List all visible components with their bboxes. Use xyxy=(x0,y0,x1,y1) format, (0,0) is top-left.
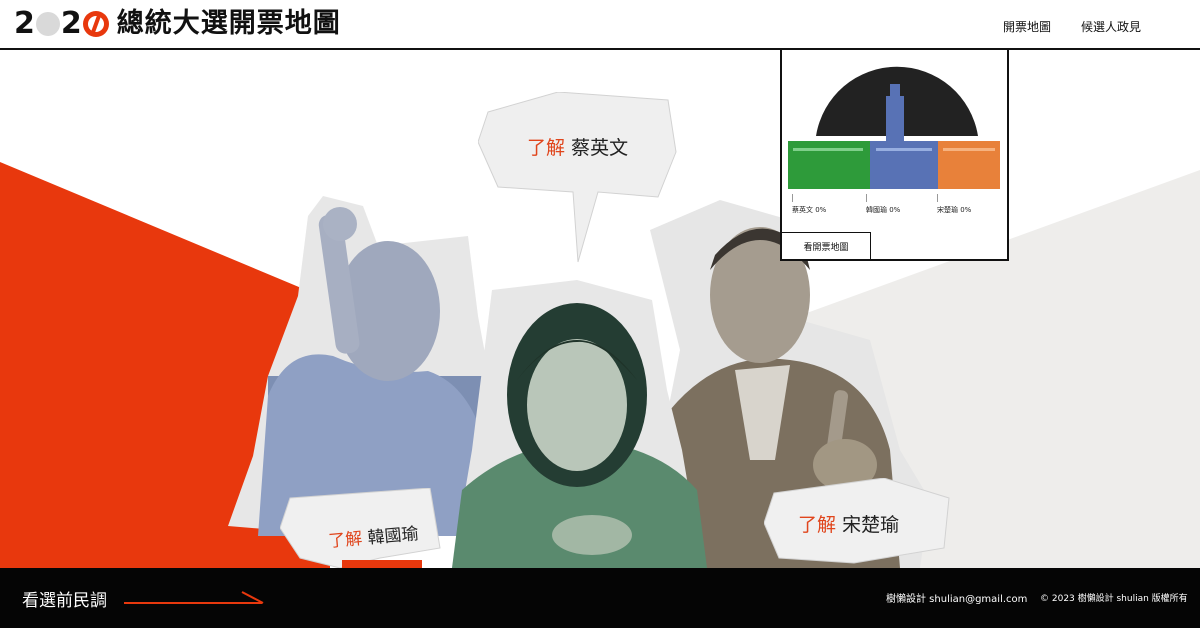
logo-grey-circle xyxy=(35,12,60,36)
tsai-bubble-label[interactable]: 了解 蔡英文 xyxy=(527,133,628,160)
tsai-vote-share: 蔡英文 0% xyxy=(792,206,827,214)
vote-map-widget: 蔡英文 0% 韓國瑜 0% 宋楚瑜 0% 看開票地圖 xyxy=(780,48,1009,261)
tsai-bubble-prefix: 了解 xyxy=(527,137,566,159)
logo-digit-2: 2 xyxy=(14,6,35,41)
top-header: 2 2 總統大選開票地圖 開票地圖 候選人政見 xyxy=(0,0,1200,50)
site-logo[interactable]: 2 2 總統大選開票地圖 xyxy=(14,6,341,42)
soong-tick xyxy=(937,194,938,202)
footer: 看選前民調 樹懶設計 shulian@gmail.com © 2023 樹懶設計… xyxy=(0,568,1200,628)
logo-title: 總統大選開票地圖 xyxy=(116,8,341,39)
han-vote-share: 韓國瑜 0% xyxy=(866,206,901,214)
soong-bubble-prefix: 了解 xyxy=(798,514,837,536)
nav-candidate-policy[interactable]: 候選人政見 xyxy=(1081,18,1141,35)
tsai-speech-bubble[interactable] xyxy=(478,92,678,267)
tsai-photo[interactable] xyxy=(452,280,712,568)
soong-bubble-label[interactable]: 了解 宋楚瑜 xyxy=(798,510,899,537)
nav-vote-map[interactable]: 開票地圖 xyxy=(1003,18,1051,35)
pre-election-poll-link[interactable]: 看選前民調 xyxy=(22,586,107,611)
soong-bubble-name: 宋楚瑜 xyxy=(842,514,900,536)
tsai-bubble-name: 蔡英文 xyxy=(571,137,629,159)
logo-digit-2b: 2 xyxy=(60,6,82,41)
contact-email[interactable]: 樹懶設計 shulian@gmail.com xyxy=(886,590,1027,605)
arrow-right-icon[interactable] xyxy=(124,590,266,606)
soong-vote-share: 宋楚瑜 0% xyxy=(937,206,972,214)
han-tick xyxy=(866,194,867,202)
logo-ballot-icon xyxy=(82,11,109,37)
han-bubble-prefix: 了解 xyxy=(327,529,364,552)
tsai-tick xyxy=(792,194,793,202)
copyright-text: © 2023 樹懶設計 shulian 版權所有 xyxy=(1040,594,1188,604)
view-vote-map-button[interactable]: 看開票地圖 xyxy=(782,232,871,259)
presidential-office-illustration xyxy=(788,66,1000,189)
